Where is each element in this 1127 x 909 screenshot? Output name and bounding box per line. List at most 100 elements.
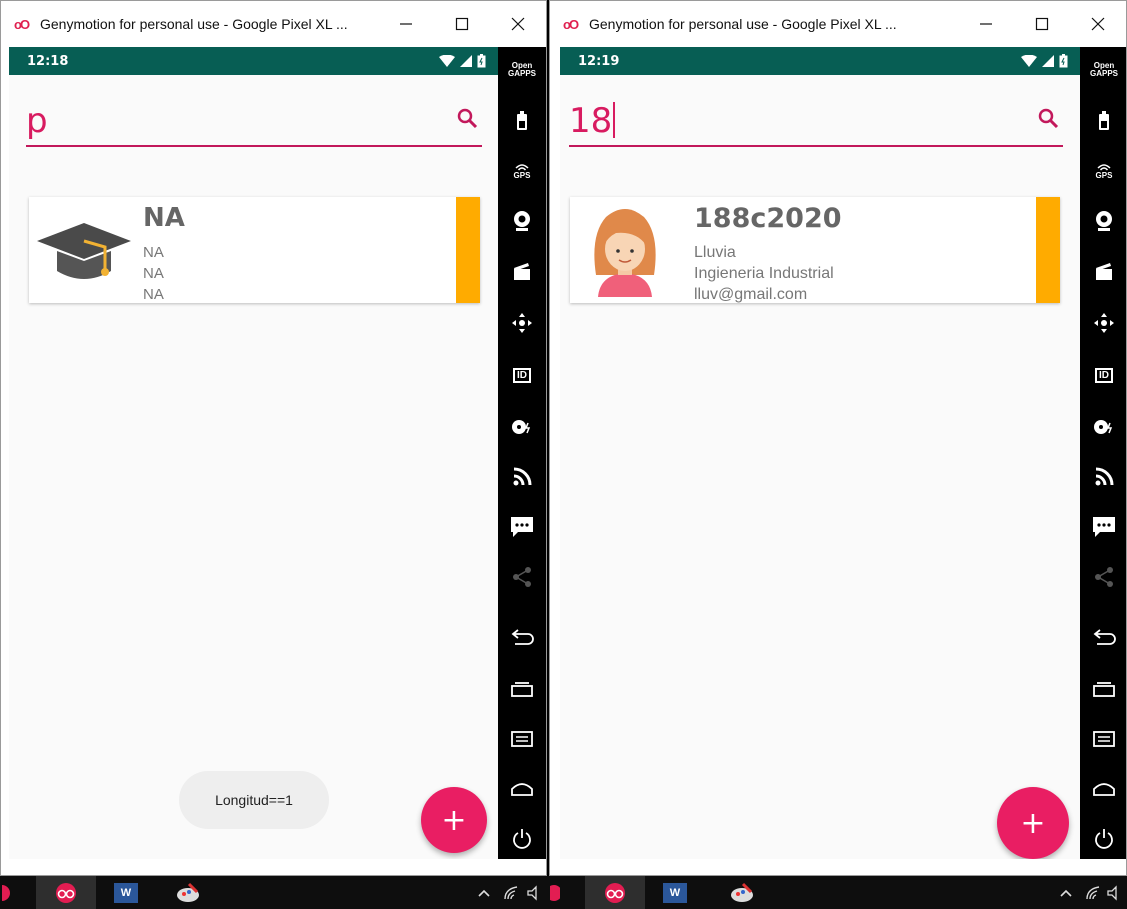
power-icon <box>513 829 531 849</box>
open-gapps-label-2: GAPPS <box>507 69 536 78</box>
power-button[interactable] <box>498 825 546 853</box>
taskbar-paint-2[interactable] <box>720 876 764 909</box>
search-bar[interactable]: 18 <box>569 95 1063 147</box>
home-button[interactable] <box>498 775 546 803</box>
volume-icon[interactable] <box>527 884 543 901</box>
card-line-3: lluv@gmail.com <box>694 286 808 303</box>
gps-tool-button[interactable]: GPS <box>1080 157 1126 185</box>
menu-button[interactable] <box>1080 725 1126 753</box>
dpad-tool-button[interactable] <box>498 309 546 337</box>
minimize-button[interactable] <box>378 1 434 47</box>
device-id-button[interactable]: ID <box>498 361 546 389</box>
power-icon <box>1095 829 1113 849</box>
word-icon: W <box>114 882 138 903</box>
signal-icon <box>1042 55 1054 67</box>
back-button[interactable] <box>1080 623 1126 651</box>
share-tool-button[interactable] <box>498 563 546 591</box>
card-line-2: NA <box>143 265 164 282</box>
taskbar-genymotion-2[interactable] <box>585 876 645 909</box>
back-icon <box>511 629 534 645</box>
close-button[interactable] <box>490 1 546 47</box>
webcam-tool-button[interactable] <box>1080 207 1126 235</box>
search-icon[interactable] <box>456 107 478 129</box>
search-input[interactable]: 18 <box>569 101 1063 145</box>
title-bar[interactable]: oO Genymotion for personal use - Google … <box>1 1 546 47</box>
app-circle-icon <box>2 884 10 901</box>
capture-tool-button[interactable] <box>1080 257 1126 285</box>
open-gapps-label-2: GAPPS <box>1089 69 1118 78</box>
open-gapps-button[interactable]: Open GAPPS <box>1080 57 1126 83</box>
status-time: 12:19 <box>578 53 620 69</box>
network-icon[interactable] <box>503 885 521 901</box>
recent-apps-icon <box>1093 682 1115 697</box>
home-button[interactable] <box>1080 775 1126 803</box>
menu-button[interactable] <box>498 725 546 753</box>
chevron-up-icon[interactable] <box>1059 888 1073 898</box>
card-line-1: NA <box>143 244 164 261</box>
open-gapps-button[interactable]: Open GAPPS <box>498 57 546 83</box>
phone-screen: 12:18 p NA NA NA NA Longitud==1 + <box>9 47 498 859</box>
card-line-3: NA <box>143 286 164 303</box>
add-fab-button[interactable]: + <box>421 787 487 853</box>
search-icon[interactable] <box>1037 107 1059 129</box>
cast-tool-button[interactable] <box>1080 463 1126 491</box>
taskbar-app-partial-2[interactable] <box>548 876 562 909</box>
recent-apps-button[interactable] <box>498 675 546 703</box>
sms-tool-button[interactable] <box>498 513 546 541</box>
power-button[interactable] <box>1080 825 1126 853</box>
network-icon[interactable] <box>1085 885 1103 901</box>
student-card[interactable]: 188c2020 Lluvia Ingieneria Industrial ll… <box>570 197 1060 303</box>
maximize-button[interactable] <box>1014 1 1070 47</box>
taskbar-word-2[interactable]: W <box>653 876 697 909</box>
minimize-icon <box>980 23 992 25</box>
rss-icon <box>1095 467 1114 486</box>
title-bar[interactable]: oO Genymotion for personal use - Google … <box>550 1 1126 47</box>
status-bar: 12:19 <box>560 47 1080 75</box>
back-icon <box>1093 629 1116 645</box>
message-icon <box>1093 517 1115 537</box>
battery-tool-button[interactable] <box>498 107 546 135</box>
minimize-button[interactable] <box>958 1 1014 47</box>
window-title: Genymotion for personal use - Google Pix… <box>40 16 348 32</box>
desktop: oO Genymotion for personal use - Google … <box>0 0 1127 909</box>
gps-tool-button[interactable]: GPS <box>498 157 546 185</box>
battery-tool-button[interactable] <box>1080 107 1126 135</box>
maximize-button[interactable] <box>434 1 490 47</box>
taskbar-paint[interactable] <box>166 876 210 909</box>
phone-screen: 12:19 18 188c2020 Lluvia Ingieneria Indu… <box>560 47 1080 859</box>
search-input-text: 18 <box>569 101 613 141</box>
media-tool-button[interactable] <box>498 413 546 441</box>
signal-icon <box>460 55 472 67</box>
device-id-button[interactable]: ID <box>1080 361 1126 389</box>
taskbar-word[interactable]: W <box>104 876 148 909</box>
webcam-tool-button[interactable] <box>498 207 546 235</box>
chevron-up-icon[interactable] <box>477 888 491 898</box>
student-card[interactable]: NA NA NA NA <box>29 197 480 303</box>
toast-message: Longitud==1 <box>179 771 329 829</box>
system-tray-left <box>470 876 550 909</box>
capture-tool-button[interactable] <box>498 257 546 285</box>
status-time: 12:18 <box>27 53 69 69</box>
windows-taskbar: W W <box>0 876 1127 909</box>
back-button[interactable] <box>498 623 546 651</box>
taskbar-genymotion[interactable] <box>36 876 96 909</box>
wifi-icon <box>1021 55 1037 67</box>
media-tool-button[interactable] <box>1080 413 1126 441</box>
taskbar-app-partial[interactable] <box>0 876 14 909</box>
wifi-icon <box>439 55 455 67</box>
search-input[interactable]: p <box>26 101 482 145</box>
minimize-icon <box>400 23 412 25</box>
rss-icon <box>513 467 532 486</box>
cast-tool-button[interactable] <box>498 463 546 491</box>
share-tool-button[interactable] <box>1080 563 1126 591</box>
paint-palette-icon <box>731 882 753 902</box>
search-bar[interactable]: p <box>26 95 482 147</box>
close-button[interactable] <box>1070 1 1126 47</box>
genymotion-taskbar-icon <box>56 882 76 903</box>
add-fab-button[interactable]: + <box>997 787 1069 859</box>
message-icon <box>511 517 533 537</box>
dpad-tool-button[interactable] <box>1080 309 1126 337</box>
volume-icon[interactable] <box>1106 884 1119 901</box>
sms-tool-button[interactable] <box>1080 513 1126 541</box>
recent-apps-button[interactable] <box>1080 675 1126 703</box>
